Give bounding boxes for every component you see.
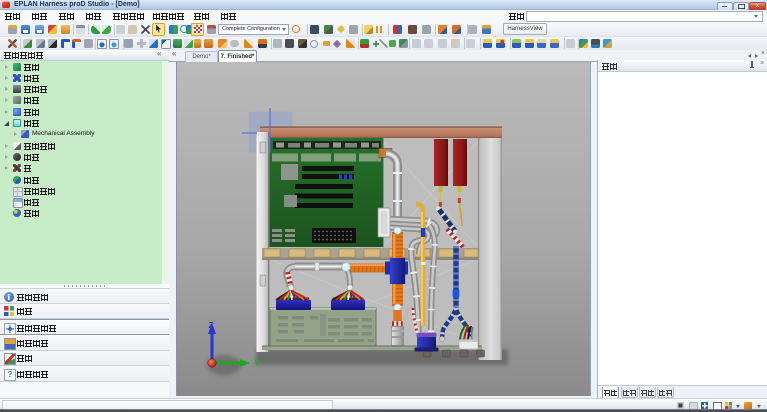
svg-text:Z: Z	[209, 321, 214, 330]
svg-text:Y: Y	[255, 359, 261, 368]
